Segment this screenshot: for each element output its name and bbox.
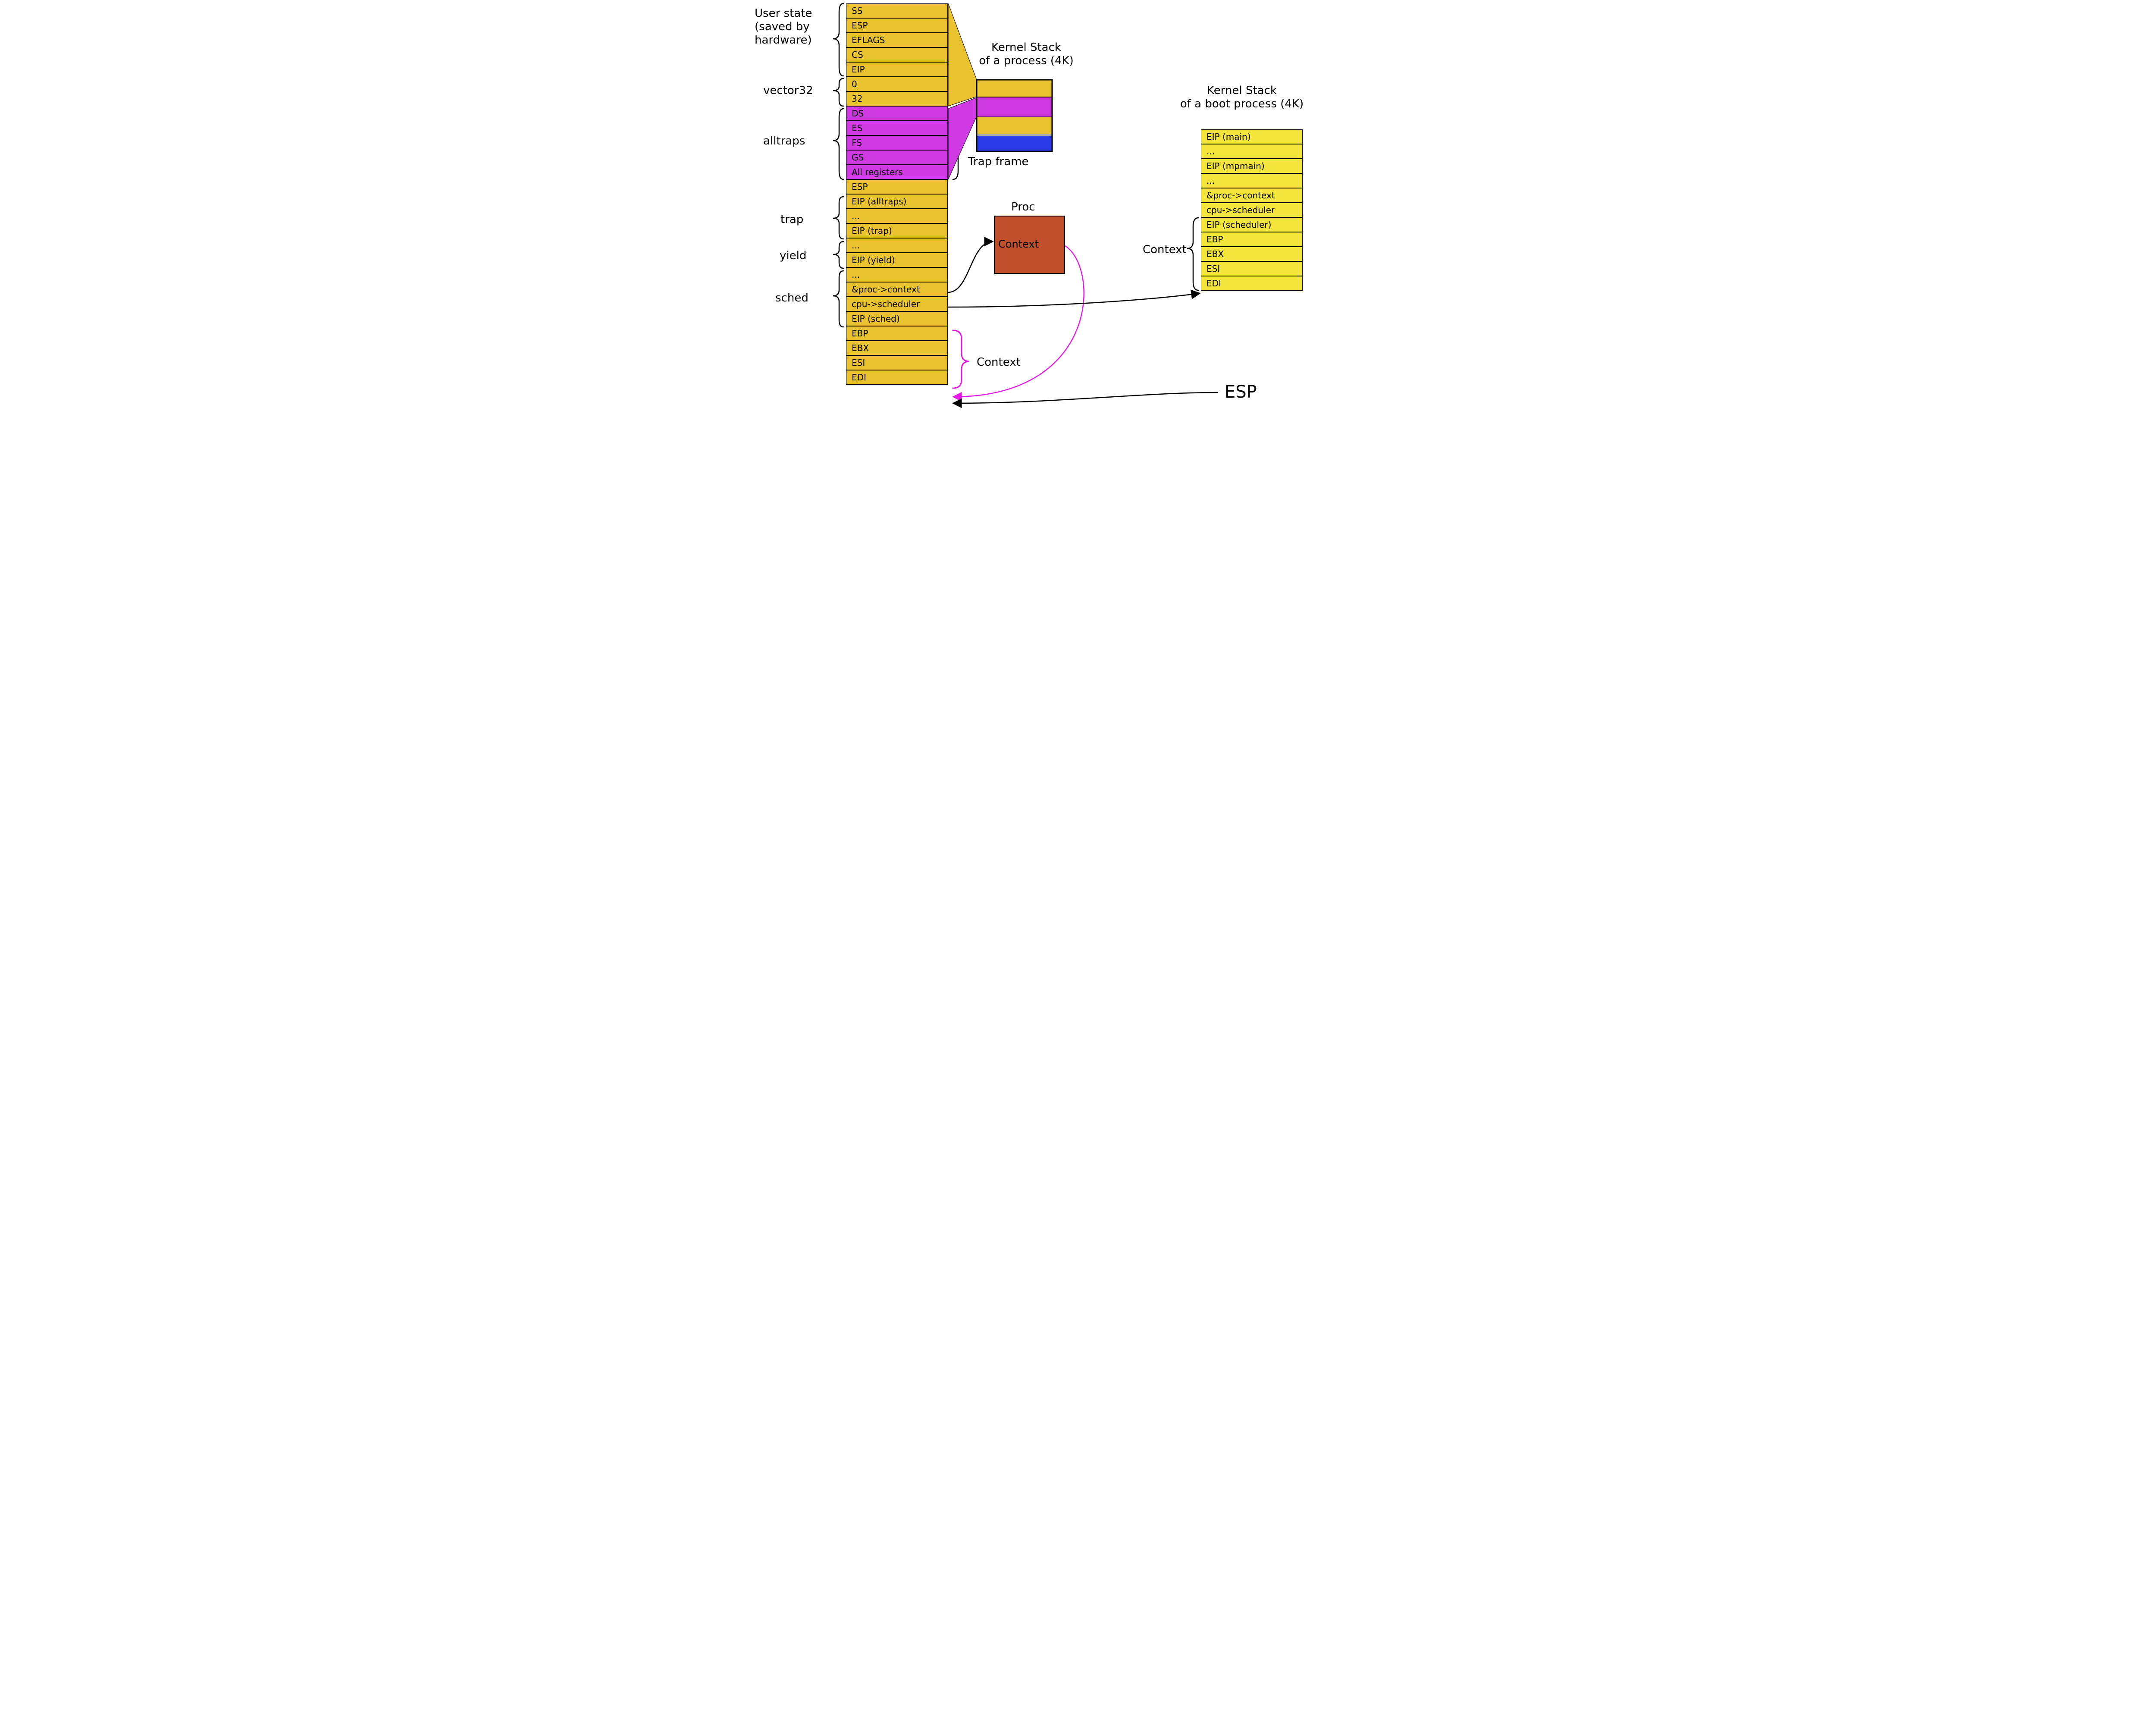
main-stack-row: CS xyxy=(846,47,948,62)
boot-stack-row: ... xyxy=(1201,173,1303,188)
label-kstack-boot: Kernel Stack of a boot process (4K) xyxy=(1173,84,1311,111)
boot-stack-row: cpu->scheduler xyxy=(1201,203,1303,217)
label-context-main: Context xyxy=(977,356,1021,369)
label-kstack-process: Kernel Stack of a process (4K) xyxy=(972,41,1080,68)
label-alltraps: alltraps xyxy=(763,135,805,148)
label-user-state: User state (saved by hardware) xyxy=(755,7,812,47)
main-stack-row: EFLAGS xyxy=(846,33,948,47)
label-proc: Proc xyxy=(1011,201,1035,214)
main-stack-row: ESP xyxy=(846,179,948,194)
main-stack-row: 0 xyxy=(846,77,948,91)
proc-box: Context xyxy=(994,216,1065,274)
diagram-canvas: User state (saved by hardware) vector32 … xyxy=(755,0,1401,457)
main-stack-row: ESI xyxy=(846,355,948,370)
label-esp: ESP xyxy=(1225,382,1257,402)
label-trap: trap xyxy=(780,213,803,226)
main-stack-row: ... xyxy=(846,267,948,282)
label-context-boot: Context xyxy=(1143,243,1187,257)
main-stack-row: EBP xyxy=(846,326,948,341)
boot-stack-row: EIP (main) xyxy=(1201,129,1303,144)
label-sched: sched xyxy=(775,292,808,305)
boot-stack-row: EIP (scheduler) xyxy=(1201,217,1303,232)
main-stack-row: GS xyxy=(846,150,948,165)
main-stack-row: EBX xyxy=(846,341,948,355)
boot-stack-row: ... xyxy=(1201,144,1303,159)
main-stack-row: EDI xyxy=(846,370,948,385)
boot-stack-row: EDI xyxy=(1201,276,1303,291)
boot-stack-row: &proc->context xyxy=(1201,188,1303,203)
main-stack-row: EIP (alltraps) xyxy=(846,194,948,209)
boot-stack-row: EBX xyxy=(1201,247,1303,261)
boot-stack-row: EBP xyxy=(1201,232,1303,247)
label-trap-frame: Trap frame xyxy=(968,155,1029,169)
main-stack-row: EIP (yield) xyxy=(846,253,948,267)
main-stack-row: &proc->context xyxy=(846,282,948,297)
main-stack-row: EIP (sched) xyxy=(846,311,948,326)
main-stack-row: EIP xyxy=(846,62,948,77)
main-stack-row: ... xyxy=(846,238,948,253)
main-stack-row: All registers xyxy=(846,165,948,179)
label-vector32: vector32 xyxy=(763,84,813,97)
main-stack-row: DS xyxy=(846,106,948,121)
main-stack-row: ES xyxy=(846,121,948,135)
main-stack-row: ... xyxy=(846,209,948,223)
proc-context-label: Context xyxy=(998,238,1039,250)
main-stack-row: ESP xyxy=(846,18,948,33)
main-stack-row: EIP (trap) xyxy=(846,223,948,238)
boot-stack-row: ESI xyxy=(1201,261,1303,276)
label-yield: yield xyxy=(780,249,806,263)
main-stack-row: 32 xyxy=(846,91,948,106)
main-stack-row: FS xyxy=(846,135,948,150)
boot-stack-row: EIP (mpmain) xyxy=(1201,159,1303,173)
main-stack-row: cpu->scheduler xyxy=(846,297,948,311)
main-stack-row: SS xyxy=(846,3,948,18)
